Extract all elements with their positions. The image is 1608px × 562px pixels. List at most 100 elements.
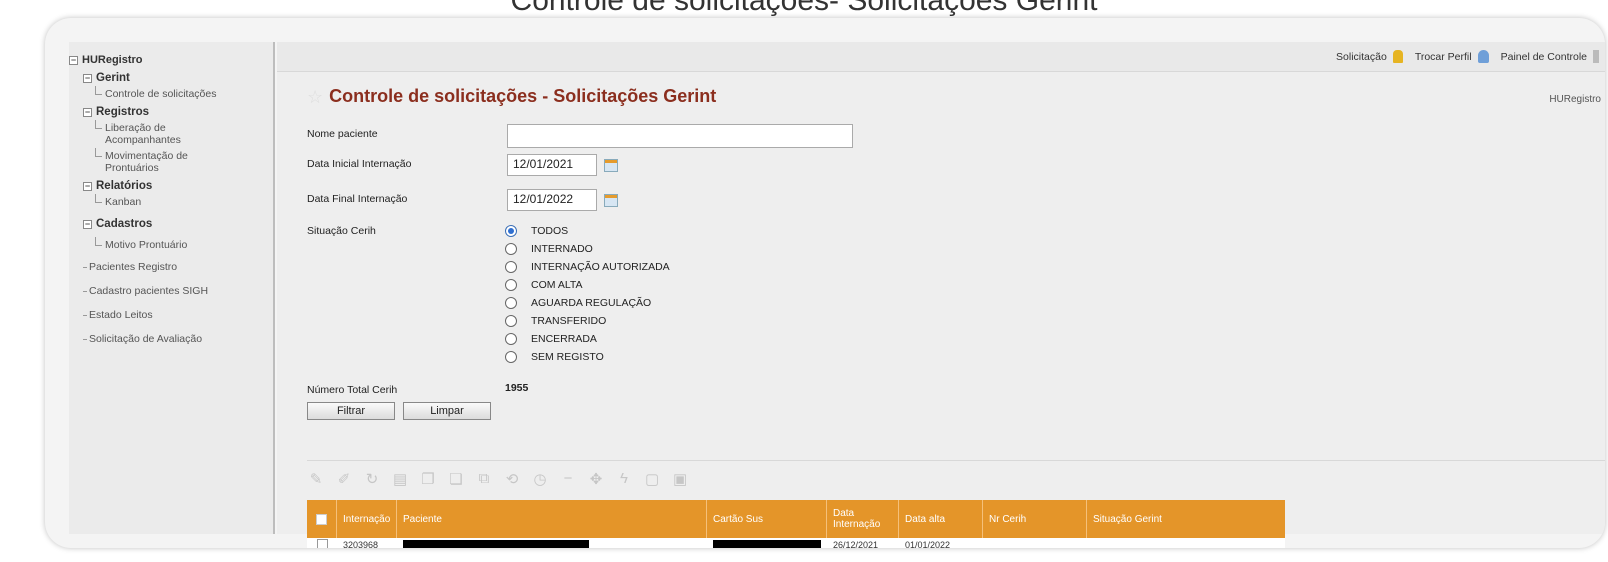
row-select-cell[interactable] bbox=[307, 538, 337, 548]
page-header: ☆ Controle de solicitações - Solicitaçõe… bbox=[307, 86, 716, 107]
limpar-button[interactable]: Limpar bbox=[403, 402, 491, 420]
cell-cartao-sus bbox=[707, 538, 827, 548]
radio-option-com-alta[interactable]: COM ALTA bbox=[505, 279, 583, 291]
page-caption: Controle de solicitações- Solicitações G… bbox=[510, 0, 1098, 17]
select-all-checkbox[interactable] bbox=[316, 513, 327, 525]
tag-icon[interactable]: ✎ bbox=[309, 470, 323, 488]
edit-icon[interactable]: ✐ bbox=[337, 470, 351, 488]
radio-button[interactable] bbox=[505, 261, 517, 273]
screenshot-frame: − HURegistro − Gerint Controle de solici… bbox=[45, 18, 1605, 548]
tree-group-registros[interactable]: − Registros bbox=[69, 106, 273, 118]
collapse-icon[interactable]: − bbox=[83, 73, 92, 83]
data-inicial-label: Data Inicial Internação bbox=[307, 158, 412, 170]
data-inicial-input[interactable]: 12/01/2021 bbox=[507, 154, 597, 176]
top-bar: Solicitação Trocar Perfil Painel de Cont… bbox=[277, 42, 1605, 72]
radio-label: COM ALTA bbox=[531, 279, 583, 291]
comment-icon[interactable]: ▣ bbox=[673, 470, 687, 488]
collapse-icon[interactable]: − bbox=[83, 107, 92, 117]
radio-option-internacao-autorizada[interactable]: INTERNAÇÃO AUTORIZADA bbox=[505, 261, 670, 273]
trocar-perfil-link[interactable]: Trocar Perfil bbox=[1415, 50, 1489, 63]
painel-controle-label: Painel de Controle bbox=[1500, 50, 1587, 63]
radio-label: ENCERRADA bbox=[531, 333, 597, 345]
column-header-nr-cerih[interactable]: Nr Cerih bbox=[983, 500, 1087, 538]
row-checkbox[interactable] bbox=[316, 539, 328, 548]
radio-button[interactable] bbox=[505, 243, 517, 255]
sidebar-item-estado-leitos[interactable]: Estado Leitos bbox=[69, 309, 273, 321]
cell-data-alta: 01/01/2022 bbox=[905, 539, 951, 549]
radio-option-sem-registo[interactable]: SEM REGISTO bbox=[505, 351, 604, 363]
move-icon[interactable]: ✥ bbox=[589, 470, 603, 488]
radio-option-aguarda-regulacao[interactable]: AGUARDA REGULAÇÃO bbox=[505, 297, 651, 309]
copy-icon[interactable]: ❐ bbox=[421, 470, 435, 488]
radio-button[interactable] bbox=[505, 225, 517, 237]
radio-label: INTERNAÇÃO AUTORIZADA bbox=[531, 261, 670, 273]
column-header-situacao-gerint[interactable]: Situação Gerint bbox=[1087, 500, 1285, 538]
document-icon[interactable]: ▤ bbox=[393, 470, 407, 488]
column-header-cartao-sus[interactable]: Cartão Sus bbox=[707, 500, 827, 538]
sidebar-item-controle-solicitacoes[interactable]: Controle de solicitações bbox=[69, 86, 273, 100]
radio-button[interactable] bbox=[505, 333, 517, 345]
radio-option-transferido[interactable]: TRANSFERIDO bbox=[505, 315, 606, 327]
clock-icon[interactable]: ◷ bbox=[533, 470, 547, 488]
radio-label: SEM REGISTO bbox=[531, 351, 604, 363]
refresh-icon[interactable]: ↻ bbox=[365, 470, 379, 488]
numero-total-label: Número Total Cerih bbox=[307, 384, 398, 396]
painel-controle-link[interactable]: Painel de Controle bbox=[1501, 50, 1599, 63]
grid-toolbar: ✎ ✐ ↻ ▤ ❐ ❏ ⧉ ⟲ ◷ − ✥ ϟ ▢ ▣ bbox=[309, 470, 687, 488]
tree-group-label: Gerint bbox=[96, 72, 130, 84]
radio-label: AGUARDA REGULAÇÃO bbox=[531, 297, 652, 309]
sidebar-item-movimentacao-prontuarios[interactable]: Movimentação de Prontuários bbox=[69, 148, 189, 174]
column-header-data-internacao[interactable]: Data Internação bbox=[827, 500, 899, 538]
radio-button[interactable] bbox=[505, 351, 517, 363]
radio-button[interactable] bbox=[505, 279, 517, 291]
sidebar-item-kanban[interactable]: Kanban bbox=[69, 194, 273, 208]
sidebar-item-motivo-prontuario[interactable]: Motivo Prontuário bbox=[69, 237, 273, 251]
column-header-internacao[interactable]: Internação bbox=[337, 500, 397, 538]
collapse-icon[interactable]: − bbox=[83, 219, 92, 229]
column-header-data-alta[interactable]: Data alta bbox=[899, 500, 983, 538]
collapse-icon[interactable]: − bbox=[69, 55, 78, 65]
filtrar-button[interactable]: Filtrar bbox=[307, 402, 395, 420]
radio-label: INTERNADO bbox=[531, 243, 593, 255]
cell-nr-cerih bbox=[983, 538, 1087, 548]
nome-paciente-input[interactable] bbox=[507, 124, 853, 148]
solicitacao-link[interactable]: Solicitação bbox=[1336, 50, 1403, 63]
sidebar-item-liberacao-acompanhantes[interactable]: Liberação de Acompanhantes bbox=[69, 120, 189, 146]
sidebar-item-solicitacao-avaliacao[interactable]: Solicitação de Avaliação bbox=[69, 333, 273, 345]
lightning-icon[interactable]: ϟ bbox=[617, 470, 631, 488]
key-icon bbox=[1392, 50, 1403, 63]
clipboard-icon[interactable]: ▢ bbox=[645, 470, 659, 488]
data-final-input[interactable]: 12/01/2022 bbox=[507, 189, 597, 211]
radio-option-todos[interactable]: TODOS bbox=[505, 225, 568, 237]
tree-group-cadastros[interactable]: − Cadastros bbox=[69, 218, 273, 230]
table-row[interactable]: 3203968 26/12/2021 01/01/2022 bbox=[307, 538, 1285, 548]
grid-header: Internação Paciente Cartão Sus Data Inte… bbox=[307, 500, 1285, 538]
user-icon bbox=[1477, 50, 1489, 63]
toolbar-divider bbox=[307, 460, 1605, 461]
main-content: Solicitação Trocar Perfil Painel de Cont… bbox=[277, 42, 1605, 548]
data-final-label: Data Final Internação bbox=[307, 193, 408, 205]
calendar-icon[interactable] bbox=[604, 159, 618, 172]
radio-option-internado[interactable]: INTERNADO bbox=[505, 243, 593, 255]
sidebar-item-pacientes-registro[interactable]: Pacientes Registro bbox=[69, 261, 273, 273]
tree-group-relatorios[interactable]: − Relatórios bbox=[69, 180, 273, 192]
minus-icon[interactable]: − bbox=[561, 470, 575, 488]
sidebar-item-cadastro-pacientes-sigh[interactable]: Cadastro pacientes SIGH bbox=[69, 285, 273, 297]
radio-button[interactable] bbox=[505, 315, 517, 327]
tree-group-gerint[interactable]: − Gerint bbox=[69, 72, 273, 84]
tree-root[interactable]: − HURegistro bbox=[69, 54, 273, 66]
paste-icon[interactable]: ❏ bbox=[449, 470, 463, 488]
panel-icon bbox=[1593, 50, 1599, 63]
radio-button[interactable] bbox=[505, 297, 517, 309]
column-header-paciente[interactable]: Paciente bbox=[397, 500, 707, 538]
calendar-icon[interactable] bbox=[604, 194, 618, 207]
sync-icon[interactable]: ⟲ bbox=[505, 470, 519, 488]
star-icon[interactable]: ☆ bbox=[307, 88, 323, 106]
radio-option-encerrada[interactable]: ENCERRADA bbox=[505, 333, 597, 345]
redacted-block bbox=[403, 540, 589, 548]
cell-situacao-gerint bbox=[1087, 538, 1285, 548]
collapse-icon[interactable]: − bbox=[83, 181, 92, 191]
radio-label: TODOS bbox=[531, 225, 569, 237]
duplicate-icon[interactable]: ⧉ bbox=[477, 470, 491, 488]
select-all-cell[interactable] bbox=[307, 500, 337, 538]
